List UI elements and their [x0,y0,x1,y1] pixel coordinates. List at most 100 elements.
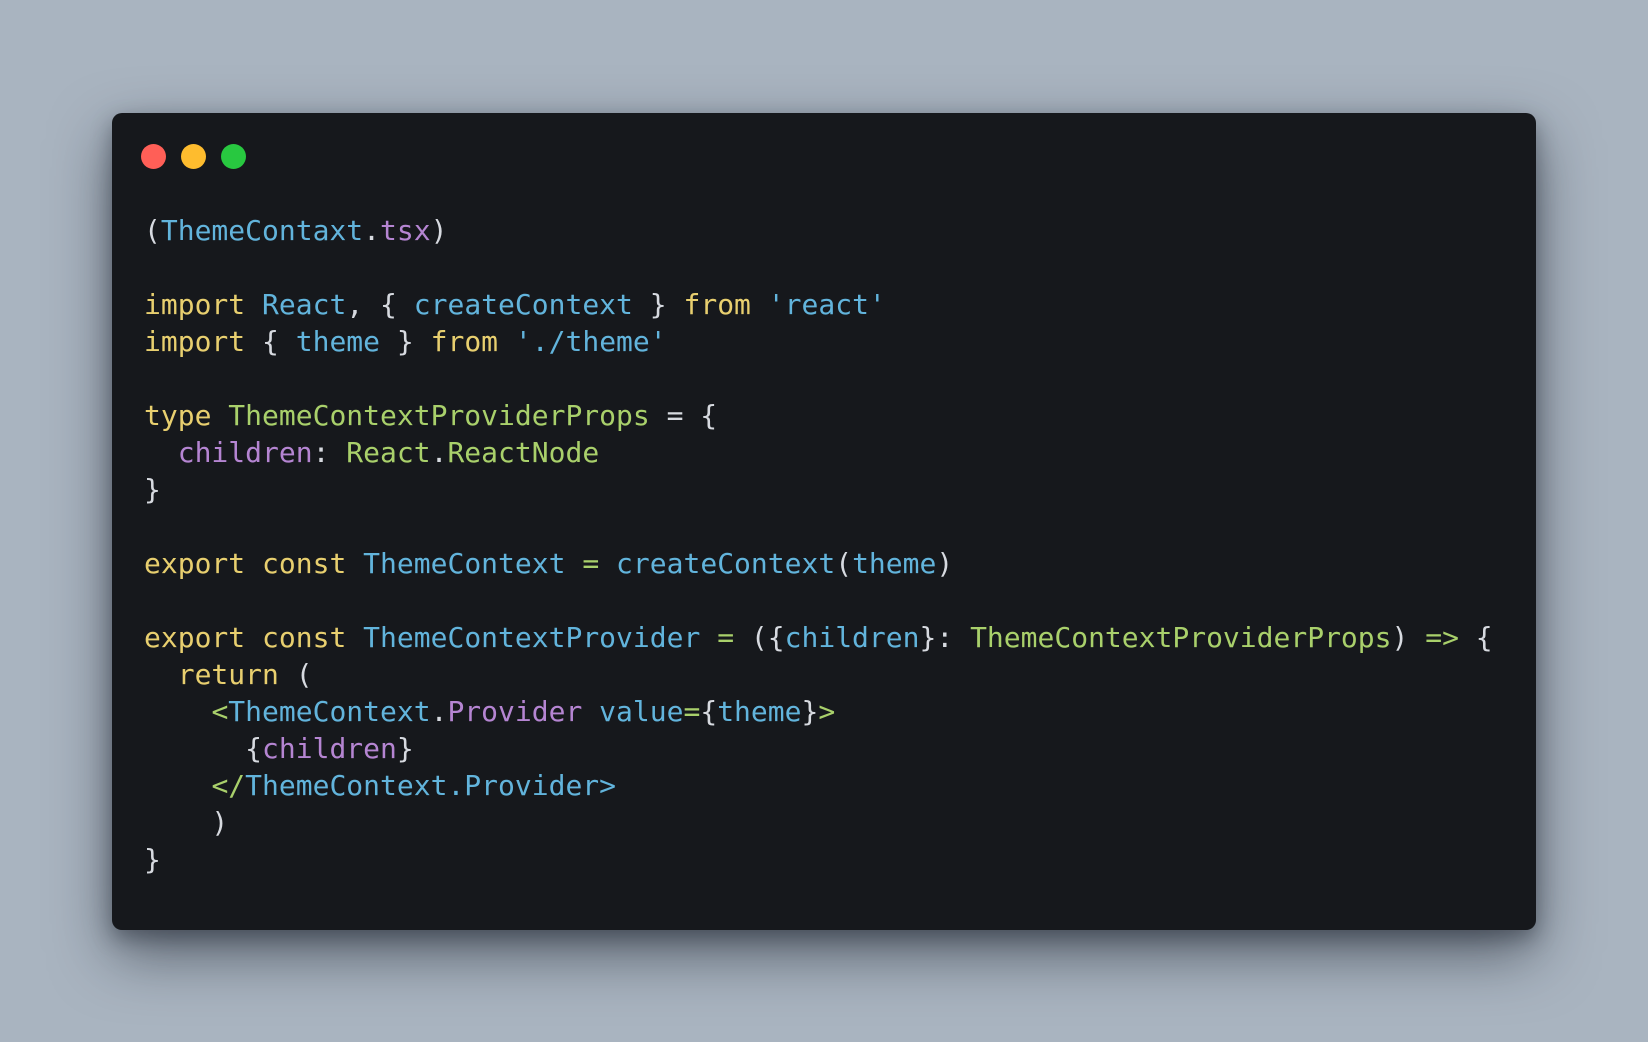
token: ( [278,658,313,691]
code-line: export const ThemeContext = createContex… [144,545,1493,582]
code-line: } [144,471,1493,508]
token: children [784,621,920,654]
code-line: export const ThemeContextProvider = ({ch… [144,619,1493,656]
token: Provider [447,695,583,728]
token: < [211,695,229,728]
token: ThemeContext [363,547,566,580]
window-titlebar [141,142,261,170]
token: . [363,214,381,247]
token: const [262,547,347,580]
token: > [818,695,836,728]
token: export [144,547,246,580]
code-line: return ( [144,656,1493,693]
token: } [801,695,819,728]
token: children [262,732,397,765]
code-line: import { theme } from './theme' [144,323,1493,360]
code-line-filename: (ThemeContaxt.tsx) [144,212,1493,249]
token: } [144,473,161,506]
token: . [430,695,448,728]
token: ThemeContaxt [160,214,364,247]
token: , { [346,288,414,321]
token: { [1458,621,1493,654]
minimize-window-icon[interactable] [181,143,206,169]
code-line: <ThemeContext.Provider value={theme}> [144,693,1493,730]
token: from [430,325,499,358]
token: ThemeContextProvider [363,621,701,654]
token: } [396,732,414,765]
code-line: children: React.ReactNode [144,434,1493,471]
token: ( [144,214,161,247]
token: type [144,399,212,432]
token: ThemeContext.Provider [245,769,600,802]
maximize-window-icon[interactable] [221,143,246,169]
token: export [144,621,246,654]
token: } [632,288,684,321]
code-line: import React, { createContext } from 're… [144,286,1493,323]
token: = [717,621,735,654]
token: theme [295,325,381,358]
token: const [262,621,347,654]
token: 'react' [767,288,886,321]
token: ThemeContext [228,695,431,728]
token: = [683,695,701,728]
token: import [144,288,246,321]
close-window-icon[interactable] [141,143,166,169]
token: theme [852,547,937,580]
token: ) [430,214,448,247]
token: createContext [616,547,836,580]
token: import [144,325,246,358]
token: ReactNode [447,436,600,469]
code-line: {children} [144,730,1493,767]
code-line: } [144,841,1493,878]
token: = [582,547,600,580]
token: : [312,436,347,469]
token: = { [649,399,718,432]
code-line: </ThemeContext.Provider> [144,767,1493,804]
token: } [380,325,431,358]
token: createContext [413,288,633,321]
token: }: [919,621,971,654]
token: . [430,436,448,469]
token: ({ [734,621,785,654]
token: } [144,843,161,876]
token: { [144,732,263,765]
token: children [177,436,313,469]
token: ThemeContextProviderProps [970,621,1392,654]
token: > [599,769,617,802]
token: { [245,325,296,358]
code-window: (ThemeContaxt.tsx) import React, { create… [112,113,1536,930]
code-line: ) [144,804,1493,841]
token: './theme' [514,325,667,358]
token: value [599,695,684,728]
code-block: (ThemeContaxt.tsx) import React, { create… [144,212,1493,878]
token: </ [211,769,246,802]
token: ) [1391,621,1426,654]
code-line: type ThemeContextProviderProps = { [144,397,1493,434]
token: return [177,658,279,691]
token: ) [144,806,229,839]
token: from [683,288,751,321]
token: => [1425,621,1459,654]
token: tsx [380,214,431,247]
token: ThemeContextProviderProps [228,399,650,432]
